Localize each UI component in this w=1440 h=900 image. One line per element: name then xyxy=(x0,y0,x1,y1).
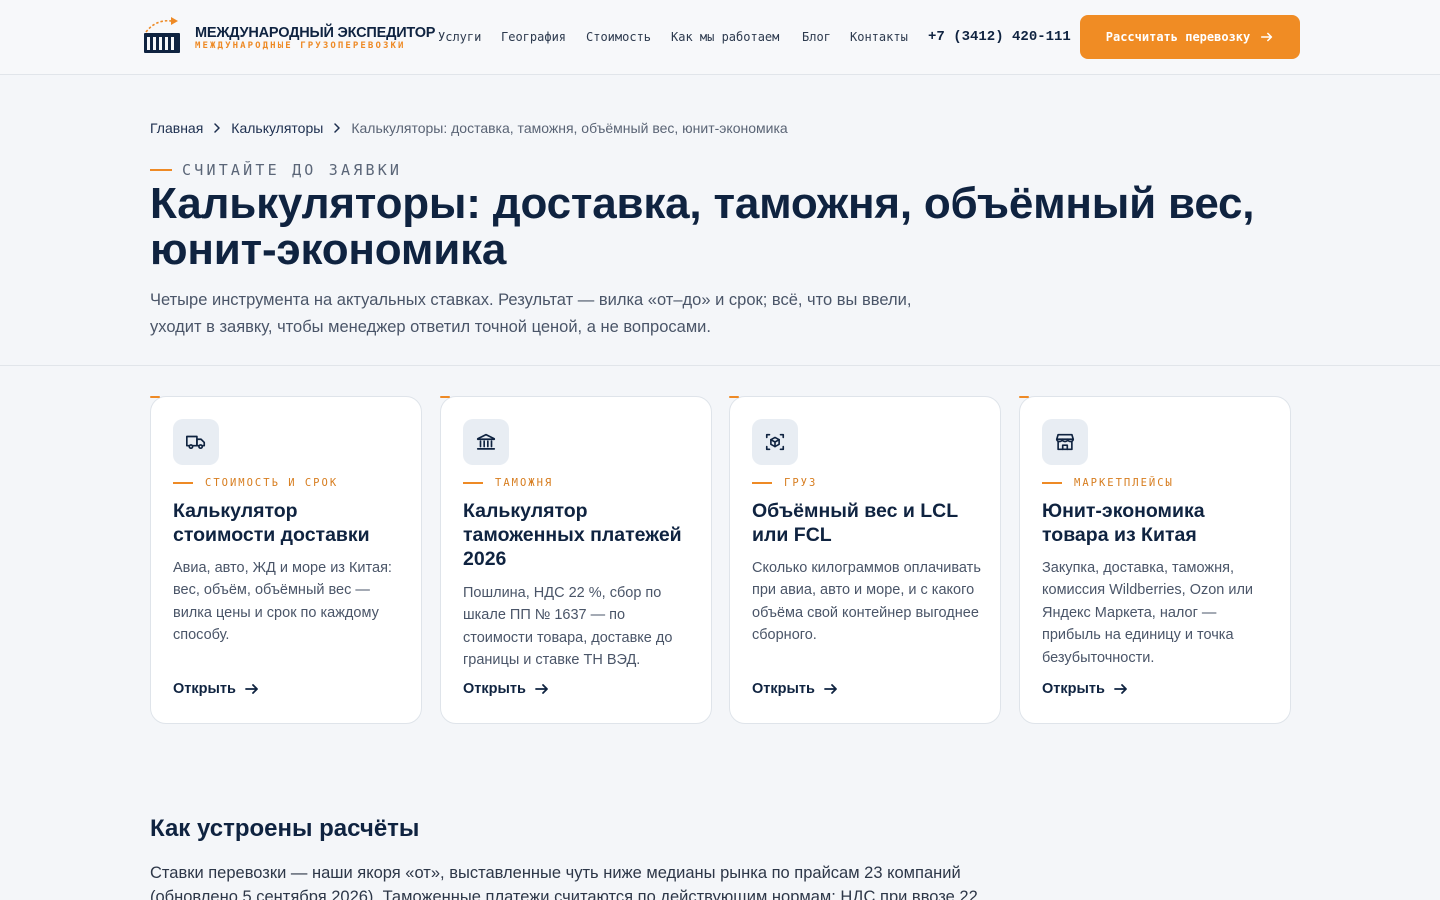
card-corner-accent xyxy=(1019,396,1029,398)
card-description: Авиа, авто, ЖД и море из Китая: вес, объ… xyxy=(173,560,392,644)
card-corner-accent xyxy=(729,396,739,398)
logo[interactable]: МЕЖДУНАРОДНЫЙ ЭКСПЕДИТОР МЕЖДУНАРОДНЫЕ Г… xyxy=(142,17,435,57)
card-category-label: ТАМОЖНЯ xyxy=(495,477,554,489)
section-title: Как устроены расчёты xyxy=(150,815,420,842)
arrow-right-icon xyxy=(824,684,837,694)
card-description: Пошлина, НДС 22 %, сбор по шкале ПП № 16… xyxy=(463,585,673,669)
card-icon-box xyxy=(463,419,509,465)
nav-link-geography[interactable]: География xyxy=(501,30,566,44)
arrow-right-icon xyxy=(535,684,548,694)
logo-container-icon xyxy=(144,17,180,53)
card-category: ТАМОЖНЯ xyxy=(463,477,553,489)
card-corner-accent xyxy=(440,396,450,398)
category-accent-line xyxy=(463,482,483,484)
card-category: МАРКЕТПЛЕЙСЫ xyxy=(1042,477,1174,489)
card-open-link[interactable]: Открыть xyxy=(752,681,839,697)
section-text: Ставки перевозки — наши якоря «от», выст… xyxy=(150,864,978,900)
page-title-line-1: Калькуляторы: доставка, таможня, объёмны… xyxy=(150,179,1255,228)
hero-lead: Четыре инструмента на актуальных ставках… xyxy=(150,291,912,336)
phone-link[interactable]: +7 (3412) 420-111 xyxy=(928,29,1071,45)
card-open-link[interactable]: Открыть xyxy=(173,681,260,697)
card-delivery-calculator[interactable]: СТОИМОСТЬ И СРОК Калькулятор стоимости д… xyxy=(150,396,422,724)
breadcrumb-calculators[interactable]: Калькуляторы xyxy=(231,120,323,136)
eyebrow-accent-line xyxy=(150,169,172,171)
nav-link-blog[interactable]: Блог xyxy=(802,30,831,44)
category-accent-line xyxy=(1042,482,1062,484)
card-icon-box xyxy=(173,419,219,465)
storefront-icon xyxy=(1055,433,1075,451)
breadcrumb: Главная Калькуляторы Калькуляторы: доста… xyxy=(150,120,788,136)
card-category-label: МАРКЕТПЛЕЙСЫ xyxy=(1074,477,1174,489)
card-open-label: Открыть xyxy=(1042,681,1105,697)
card-customs-calculator[interactable]: ТАМОЖНЯ Калькулятор таможенных платежей … xyxy=(440,396,712,724)
page-title-line-2: юнит-экономика xyxy=(150,225,507,274)
card-open-label: Открыть xyxy=(752,681,815,697)
hero-eyebrow: СЧИТАЙТЕ ДО ЗАЯВКИ xyxy=(150,161,402,179)
breadcrumb-current: Калькуляторы: доставка, таможня, объёмны… xyxy=(351,120,788,136)
nav-link-pricing[interactable]: Стоимость xyxy=(586,30,651,44)
card-open-label: Открыть xyxy=(463,681,526,697)
box-scan-icon xyxy=(765,433,785,451)
card-open-label: Открыть xyxy=(173,681,236,697)
category-accent-line xyxy=(173,482,193,484)
card-corner-accent xyxy=(150,396,160,398)
nav-link-services[interactable]: Услуги xyxy=(438,30,481,44)
chevron-right-icon xyxy=(214,123,221,133)
card-volumetric-weight[interactable]: ГРУЗ Объёмный вес и LCL или FCL Сколько … xyxy=(729,396,1001,724)
nav-link-contacts[interactable]: Контакты xyxy=(850,30,908,44)
site-header: МЕЖДУНАРОДНЫЙ ЭКСПЕДИТОР МЕЖДУНАРОДНЫЕ Г… xyxy=(0,0,1440,75)
truck-icon xyxy=(186,435,206,450)
section-divider xyxy=(0,365,1440,366)
card-unit-economics[interactable]: МАРКЕТПЛЕЙСЫ Юнит-экономика товара из Ки… xyxy=(1019,396,1291,724)
bank-icon xyxy=(476,433,496,450)
card-title: Объёмный вес и LCL или FCL xyxy=(752,500,958,546)
eyebrow-text: СЧИТАЙТЕ ДО ЗАЯВКИ xyxy=(182,161,403,179)
card-category: СТОИМОСТЬ И СРОК xyxy=(173,477,338,489)
card-open-link[interactable]: Открыть xyxy=(463,681,550,697)
card-title: Калькулятор таможенных платежей 2026 xyxy=(463,500,682,570)
card-category: ГРУЗ xyxy=(752,477,817,489)
card-description: Закупка, доставка, таможня, комиссия Wil… xyxy=(1042,560,1254,666)
breadcrumb-home[interactable]: Главная xyxy=(150,120,203,136)
category-accent-line xyxy=(752,482,772,484)
card-title: Калькулятор стоимости доставки xyxy=(173,500,370,546)
card-description: Сколько килограммов оплачивать при авиа,… xyxy=(752,560,981,644)
logo-name: МЕЖДУНАРОДНЫЙ ЭКСПЕДИТОР xyxy=(195,25,436,41)
card-title: Юнит-экономика товара из Китая xyxy=(1042,500,1205,546)
card-open-link[interactable]: Открыть xyxy=(1042,681,1129,697)
cta-label: Рассчитать перевозку xyxy=(1105,30,1251,44)
arrow-right-icon xyxy=(1114,684,1127,694)
card-category-label: ГРУЗ xyxy=(784,477,818,489)
card-icon-box xyxy=(1042,419,1088,465)
logo-tagline: МЕЖДУНАРОДНЫЕ ГРУЗОПЕРЕВОЗКИ xyxy=(195,41,406,51)
arrow-right-icon xyxy=(1261,32,1273,42)
card-category-label: СТОИМОСТЬ И СРОК xyxy=(205,477,339,489)
chevron-right-icon xyxy=(334,123,341,133)
calculate-shipping-button[interactable]: Рассчитать перевозку xyxy=(1080,15,1300,59)
nav-link-how-we-work[interactable]: Как мы работаем xyxy=(671,30,779,44)
page-title: Калькуляторы: доставка, таможня, объёмны… xyxy=(150,181,1270,273)
card-icon-box xyxy=(752,419,798,465)
arrow-right-icon xyxy=(245,684,258,694)
